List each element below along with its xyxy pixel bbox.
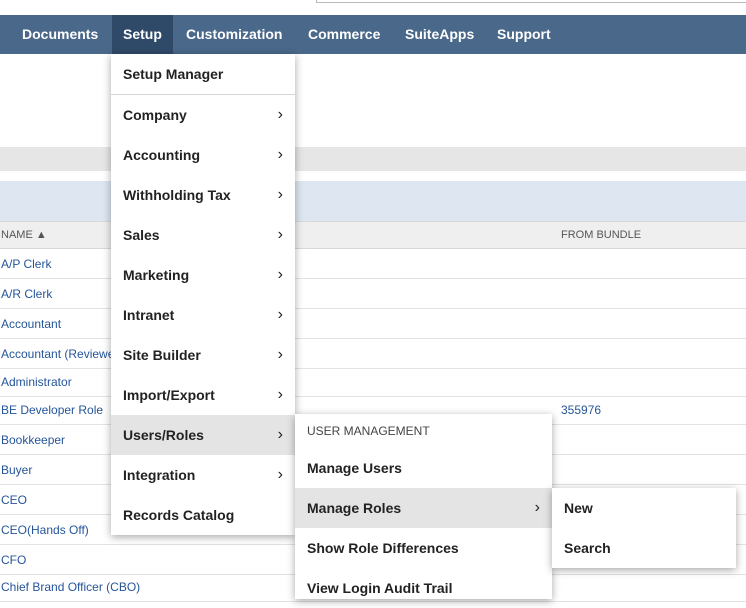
- role-link[interactable]: Accountant (Reviewer): [1, 347, 122, 361]
- role-link[interactable]: Administrator: [1, 375, 72, 389]
- section-heading-user-management: USER MANAGEMENT: [307, 424, 430, 438]
- menu-item-withholding-tax[interactable]: Withholding Tax ›: [111, 175, 295, 215]
- chevron-right-icon: ›: [277, 306, 283, 323]
- role-link[interactable]: CEO: [1, 493, 27, 507]
- menu-item-label: Company: [123, 107, 187, 123]
- chevron-right-icon: ›: [277, 266, 283, 283]
- role-link[interactable]: BE Developer Role: [1, 403, 103, 417]
- chevron-right-icon: ›: [277, 346, 283, 363]
- bundle-link[interactable]: 355976: [561, 403, 601, 417]
- role-link[interactable]: Bookkeeper: [1, 433, 65, 447]
- column-header-from-bundle[interactable]: FROM BUNDLE: [561, 229, 641, 241]
- menu-item-company[interactable]: Company ›: [111, 95, 295, 135]
- menu-item-label: Records Catalog: [123, 507, 235, 523]
- chevron-right-icon: ›: [277, 106, 283, 123]
- menu-item-sales[interactable]: Sales ›: [111, 215, 295, 255]
- menu-item-intranet[interactable]: Intranet ›: [111, 295, 295, 335]
- menu-item-label: Integration: [123, 467, 196, 483]
- menu-item-manage-roles[interactable]: Manage Roles ›: [295, 488, 552, 528]
- global-search-input[interactable]: [316, 0, 746, 3]
- menu-item-view-login-audit-trail[interactable]: View Login Audit Trail: [295, 568, 552, 608]
- nav-suiteapps[interactable]: SuiteApps: [394, 15, 485, 54]
- column-header-name[interactable]: NAME ▲: [1, 229, 47, 241]
- nav-setup[interactable]: Setup: [112, 15, 173, 54]
- menu-item-show-role-differences[interactable]: Show Role Differences: [295, 528, 552, 568]
- menu-item-import-export[interactable]: Import/Export ›: [111, 375, 295, 415]
- menu-item-label: Import/Export: [123, 387, 215, 403]
- top-nav-bar: Documents Setup Customization Commerce S…: [0, 15, 746, 54]
- menu-item-setup-manager[interactable]: Setup Manager: [111, 54, 295, 94]
- chevron-right-icon: ›: [277, 386, 283, 403]
- chevron-right-icon: ›: [277, 466, 283, 483]
- menu-item-accounting[interactable]: Accounting ›: [111, 135, 295, 175]
- setup-dropdown-menu: Setup Manager Company › Accounting › Withh…: [111, 54, 295, 535]
- menu-item-users-roles[interactable]: Users/Roles ›: [111, 415, 295, 455]
- menu-item-new[interactable]: New: [552, 488, 736, 528]
- manage-roles-submenu: New Search: [552, 488, 736, 568]
- menu-item-label: Marketing: [123, 267, 190, 283]
- chevron-right-icon: ›: [534, 499, 540, 516]
- nav-documents[interactable]: Documents: [11, 15, 109, 54]
- menu-item-label: Users/Roles: [123, 427, 204, 443]
- role-link[interactable]: CEO(Hands Off): [1, 523, 89, 537]
- role-link[interactable]: Chief Brand Officer (CBO): [1, 580, 140, 594]
- role-link[interactable]: A/R Clerk: [1, 287, 52, 301]
- menu-item-label: Withholding Tax: [123, 187, 231, 203]
- menu-item-label: Site Builder: [123, 347, 201, 363]
- chevron-right-icon: ›: [277, 186, 283, 203]
- nav-support[interactable]: Support: [486, 15, 562, 54]
- chevron-right-icon: ›: [277, 226, 283, 243]
- menu-item-label: Intranet: [123, 307, 175, 323]
- menu-item-marketing[interactable]: Marketing ›: [111, 255, 295, 295]
- role-link[interactable]: A/P Clerk: [1, 257, 51, 271]
- chevron-right-icon: ›: [277, 146, 283, 163]
- menu-item-label: Manage Roles: [307, 500, 402, 516]
- menu-item-records-catalog[interactable]: Records Catalog: [111, 495, 295, 535]
- role-link[interactable]: Accountant: [1, 317, 61, 331]
- role-link[interactable]: CFO: [1, 553, 26, 567]
- menu-item-label: Sales: [123, 227, 160, 243]
- users-roles-submenu: USER MANAGEMENT Manage Users Manage Role…: [295, 414, 552, 599]
- menu-item-manage-users[interactable]: Manage Users: [295, 448, 552, 488]
- chevron-right-icon: ›: [277, 426, 283, 443]
- menu-item-label: Accounting: [123, 147, 200, 163]
- menu-item-integration[interactable]: Integration ›: [111, 455, 295, 495]
- nav-commerce[interactable]: Commerce: [297, 15, 391, 54]
- role-link[interactable]: Buyer: [1, 463, 32, 477]
- menu-item-site-builder[interactable]: Site Builder ›: [111, 335, 295, 375]
- menu-item-search[interactable]: Search: [552, 528, 736, 568]
- nav-customization[interactable]: Customization: [175, 15, 293, 54]
